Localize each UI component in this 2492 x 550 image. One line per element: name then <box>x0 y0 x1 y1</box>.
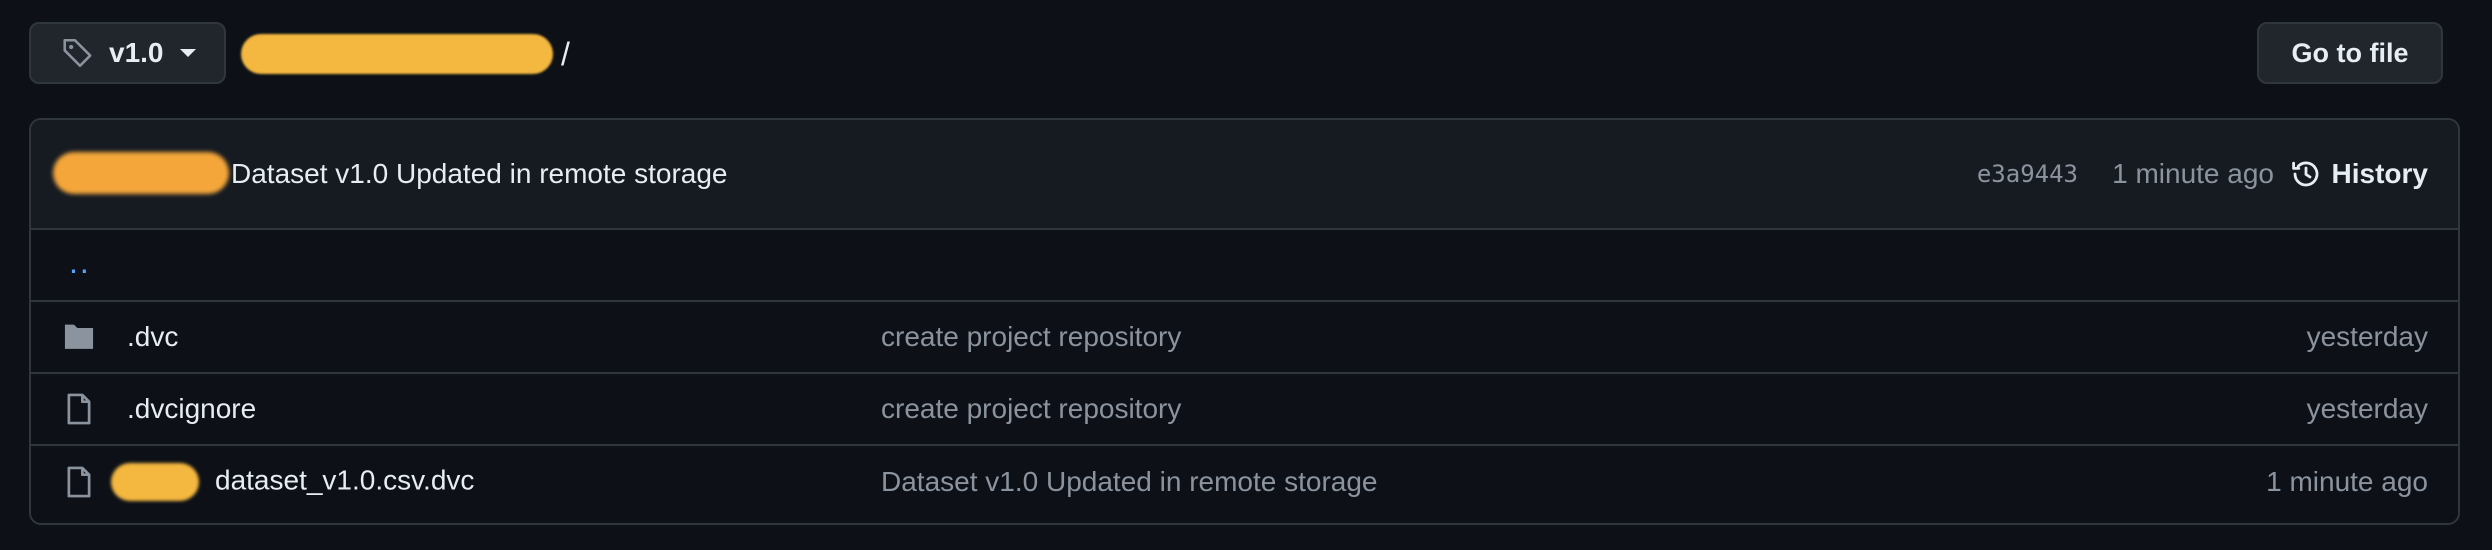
branch-tag-selector[interactable]: v1.0 <box>29 22 226 84</box>
path-separator: / <box>561 35 570 72</box>
branch-label: v1.0 <box>109 37 164 68</box>
latest-commit-bar: Dataset v1.0 Updated in remote storage e… <box>31 120 2458 230</box>
table-row: .dvc create project repository yesterday <box>31 302 2458 374</box>
file-name[interactable]: .dvcignore <box>127 393 256 425</box>
history-label: History <box>2331 158 2428 189</box>
table-row: .dvcignore create project repository yes… <box>31 374 2458 446</box>
file-name-link[interactable]: dataset_v1.0.csv.dvc <box>111 463 475 501</box>
file-commit-message[interactable]: create project repository <box>881 393 1181 425</box>
history-button[interactable]: History <box>2290 158 2428 190</box>
table-row: dataset_v1.0.csv.dvc Dataset v1.0 Update… <box>31 446 2458 518</box>
commit-message[interactable]: Dataset v1.0 Updated in remote storage <box>231 158 728 190</box>
folder-icon <box>61 319 97 355</box>
redacted-repo-name <box>241 34 553 74</box>
redacted-filename-prefix <box>111 463 199 501</box>
file-commit-message[interactable]: create project repository <box>881 321 1181 353</box>
parent-dir-row[interactable]: .. <box>31 230 2458 302</box>
file-browser: Dataset v1.0 Updated in remote storage e… <box>29 118 2460 525</box>
history-icon <box>2291 161 2318 187</box>
file-name: dataset_v1.0.csv.dvc <box>215 464 475 496</box>
file-date: 1 minute ago <box>2266 466 2428 497</box>
redacted-author <box>53 152 229 194</box>
commit-time: 1 minute ago <box>2112 158 2274 189</box>
file-commit-message[interactable]: Dataset v1.0 Updated in remote storage <box>881 466 1378 498</box>
file-icon <box>61 391 97 427</box>
file-date: yesterday <box>2306 321 2428 352</box>
file-name[interactable]: .dvc <box>127 321 178 353</box>
tag-icon <box>61 36 95 70</box>
commit-sha[interactable]: e3a9443 <box>1977 160 2078 188</box>
go-to-file-button[interactable]: Go to file <box>2257 22 2443 84</box>
chevron-down-icon <box>179 49 196 57</box>
file-date: yesterday <box>2306 393 2428 424</box>
file-icon <box>61 464 97 500</box>
breadcrumb: / <box>241 30 570 78</box>
top-bar: v1.0 / Go to file <box>29 22 2492 86</box>
parent-dir-link[interactable]: .. <box>69 244 91 281</box>
